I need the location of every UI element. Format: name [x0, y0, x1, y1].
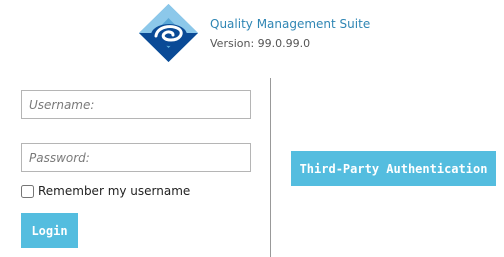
password-input[interactable] [21, 143, 251, 172]
vertical-divider [270, 78, 271, 257]
username-input[interactable] [21, 90, 251, 119]
login-button[interactable]: Login [21, 213, 78, 248]
logo-icon [137, 3, 200, 63]
remember-username-option[interactable]: Remember my username [21, 183, 190, 199]
third-party-authentication-button[interactable]: Third-Party Authentication [291, 151, 496, 186]
app-version: Version: 99.0.99.0 [210, 37, 311, 50]
app-title: Quality Management Suite [210, 17, 371, 31]
remember-username-label: Remember my username [38, 184, 191, 198]
remember-username-checkbox[interactable] [21, 184, 34, 198]
